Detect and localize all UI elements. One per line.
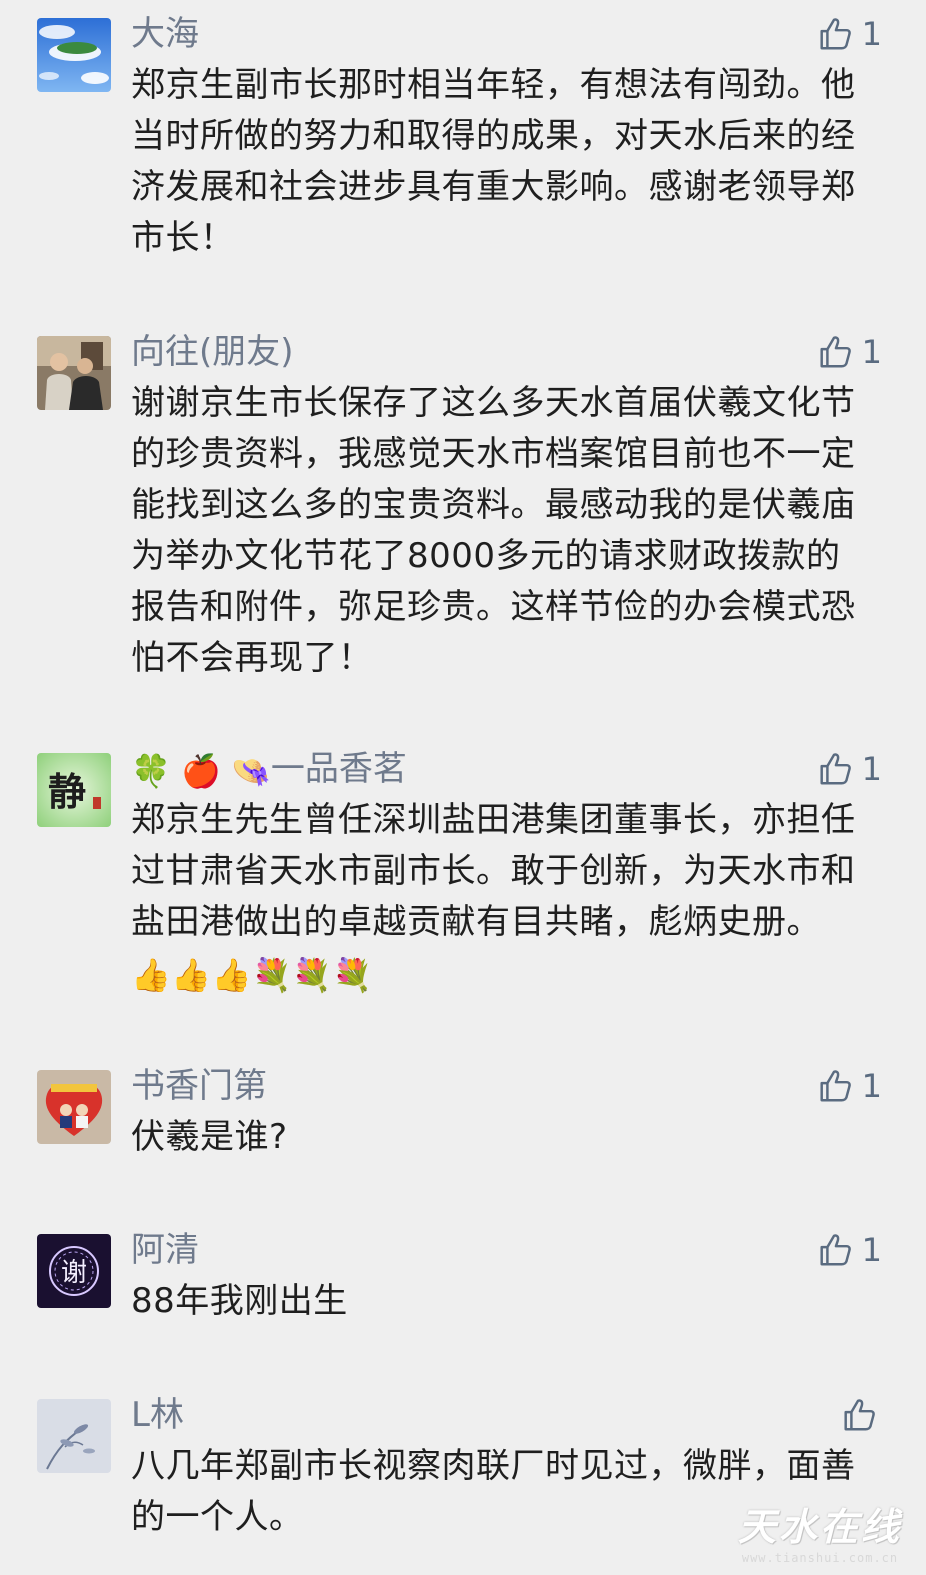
comment-nickname[interactable]: 大海 — [131, 14, 199, 54]
thumbs-up-icon — [820, 18, 851, 50]
thumbs-up-icon — [820, 1070, 851, 1102]
comment-text: 88年我刚出生 — [131, 1281, 348, 1321]
like-count: 1 — [861, 1231, 882, 1269]
avatar-ink-painting-image — [37, 1399, 111, 1473]
like-count: 1 — [861, 750, 882, 788]
thumbs-up-icon — [820, 336, 851, 368]
comment-text: 伏羲是谁? — [131, 1117, 288, 1157]
svg-text:谢: 谢 — [61, 1258, 87, 1288]
like-count: 1 — [861, 333, 882, 371]
avatar[interactable] — [37, 1070, 111, 1144]
avatar[interactable] — [37, 18, 111, 92]
like-button[interactable]: 1 — [816, 332, 882, 372]
avatar[interactable]: 谢 — [37, 1234, 111, 1308]
comment-nickname[interactable]: 阿清 — [131, 1230, 199, 1270]
thumbs-up-icon — [820, 1234, 851, 1266]
svg-text:静: 静 — [48, 769, 86, 814]
comment-nickname[interactable]: L林 — [131, 1395, 184, 1435]
comment-nickname[interactable]: 书香门第 — [131, 1066, 267, 1106]
comment-text: 郑京生先生曾任深圳盐田港集团董事长，亦担任过甘肃省天水市副市长。敢于创新，为天水… — [131, 795, 871, 999]
like-button[interactable] — [840, 1395, 886, 1435]
comment-text: 郑京生副市长那时相当年轻，有想法有闯劲。他当时所做的努力和取得的成果，对天水后来… — [131, 65, 856, 258]
avatar[interactable]: 静 — [37, 753, 111, 827]
avatar[interactable] — [37, 336, 111, 410]
comment-emoji: 👍👍👍💐💐💐 — [131, 955, 374, 994]
like-count: 1 — [861, 15, 882, 53]
comment-nickname[interactable]: 🍀 🍎 👒一品香茗 — [131, 749, 407, 789]
avatar-calligraphy-image: 静 — [37, 753, 111, 827]
nickname-text: 一品香茗 — [270, 749, 407, 789]
comment-nickname[interactable]: 向往(朋友) — [131, 332, 294, 372]
like-count: 1 — [861, 1067, 882, 1105]
like-button[interactable]: 1 — [816, 1066, 882, 1106]
comment-text-body: 郑京生先生曾任深圳盐田港集团董事长，亦担任过甘肃省天水市副市长。敢于创新，为天水… — [131, 800, 856, 942]
avatar-sky-island-image — [37, 18, 111, 92]
avatar-circle-emblem-image: 谢 — [37, 1234, 111, 1308]
like-button[interactable]: 1 — [816, 1230, 882, 1270]
comment-text: 谢谢京生市长保存了这么多天水首届伏羲文化节的珍贵资料，我感觉天水市档案馆目前也不… — [131, 383, 856, 678]
avatar[interactable] — [37, 1399, 111, 1473]
avatar-heart-image — [37, 1070, 111, 1144]
thumbs-up-icon — [844, 1399, 875, 1431]
thumbs-up-icon — [820, 753, 851, 785]
avatar-photo-image — [37, 336, 111, 410]
like-button[interactable]: 1 — [816, 749, 882, 789]
like-button[interactable]: 1 — [816, 14, 882, 54]
watermark-logo-text: 天水在线 — [737, 1504, 902, 1549]
nickname-emoji: 🍀 🍎 👒 — [131, 751, 271, 790]
site-watermark: 天水在线 www.tianshui.com.cn — [730, 1496, 910, 1565]
watermark-url: www.tianshui.com.cn — [741, 1551, 899, 1565]
